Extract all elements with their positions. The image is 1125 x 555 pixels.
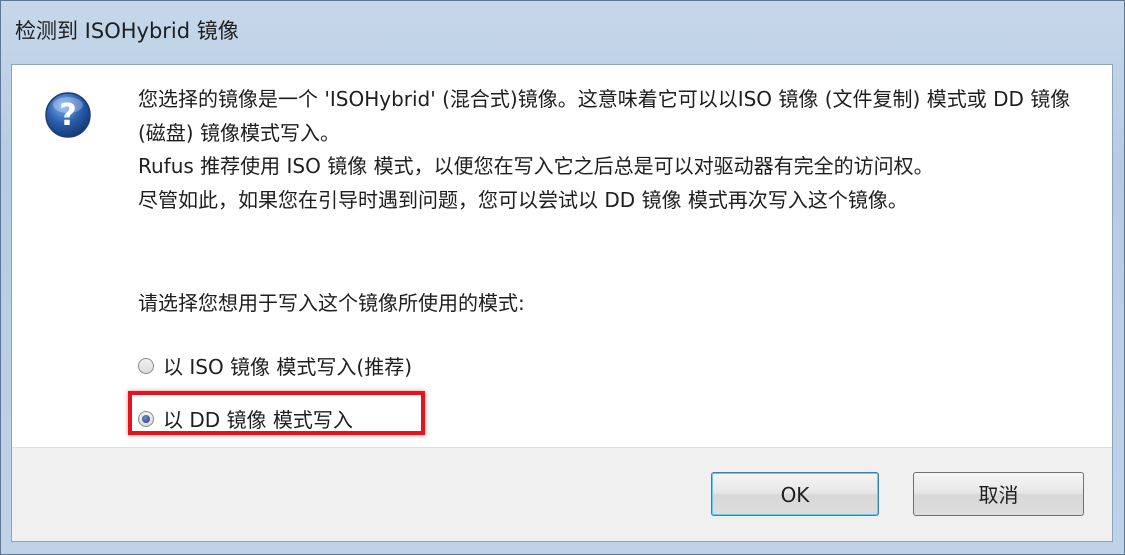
dialog-content: ? 您选择的镜像是一个 'ISOHybrid' (混合式)镜像。这意味着它可以以… [11,64,1113,542]
title-bar[interactable]: 检测到 ISOHybrid 镜像 [1,1,1124,63]
radio-option-iso[interactable]: 以 ISO 镜像 模式写入(推荐) [138,351,412,380]
radio-button-dd[interactable] [138,410,154,427]
button-bar: OK 取消 [12,447,1112,541]
radio-label-iso[interactable]: 以 ISO 镜像 模式写入(推荐) [163,351,412,380]
radio-option-dd[interactable]: 以 DD 镜像 模式写入 [138,404,353,433]
message-text: 您选择的镜像是一个 'ISOHybrid' (混合式)镜像。这意味着它可以以IS… [138,83,1098,217]
question-icon: ? [45,92,91,138]
radio-button-iso[interactable] [138,357,154,374]
cancel-button[interactable]: 取消 [913,472,1084,516]
window-title: 检测到 ISOHybrid 镜像 [15,19,239,43]
message-line-2: Rufus 推荐使用 ISO 镜像 模式，以便您在写入它之后总是可以对驱动器有完… [138,154,934,178]
message-line-1: 您选择的镜像是一个 'ISOHybrid' (混合式)镜像。这意味着它可以以IS… [138,87,1071,145]
dialog-window: 检测到 ISOHybrid 镜像 ? 您选择的镜像是一个 'ISOHybrid'… [0,0,1125,555]
ok-button[interactable]: OK [711,472,879,516]
radio-label-dd[interactable]: 以 DD 镜像 模式写入 [163,404,353,433]
svg-text:?: ? [59,98,76,133]
message-line-3: 尽管如此，如果您在引导时遇到问题，您可以尝试以 DD 镜像 模式再次写入这个镜像… [138,187,908,212]
mode-prompt: 请选择您想用于写入这个镜像所使用的模式: [138,291,525,315]
